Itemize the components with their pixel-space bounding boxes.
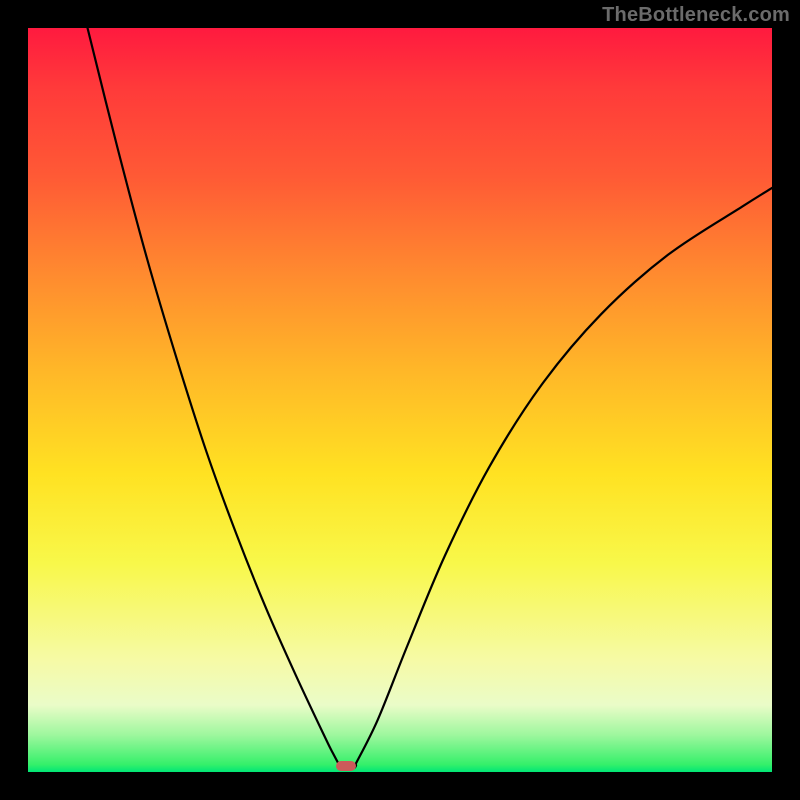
watermark-text: TheBottleneck.com — [602, 4, 790, 27]
chart-frame: TheBottleneck.com — [0, 0, 800, 800]
curve-svg — [28, 28, 772, 772]
plot-area — [28, 28, 772, 772]
optimal-marker — [336, 761, 356, 771]
bottleneck-curve — [88, 28, 772, 768]
